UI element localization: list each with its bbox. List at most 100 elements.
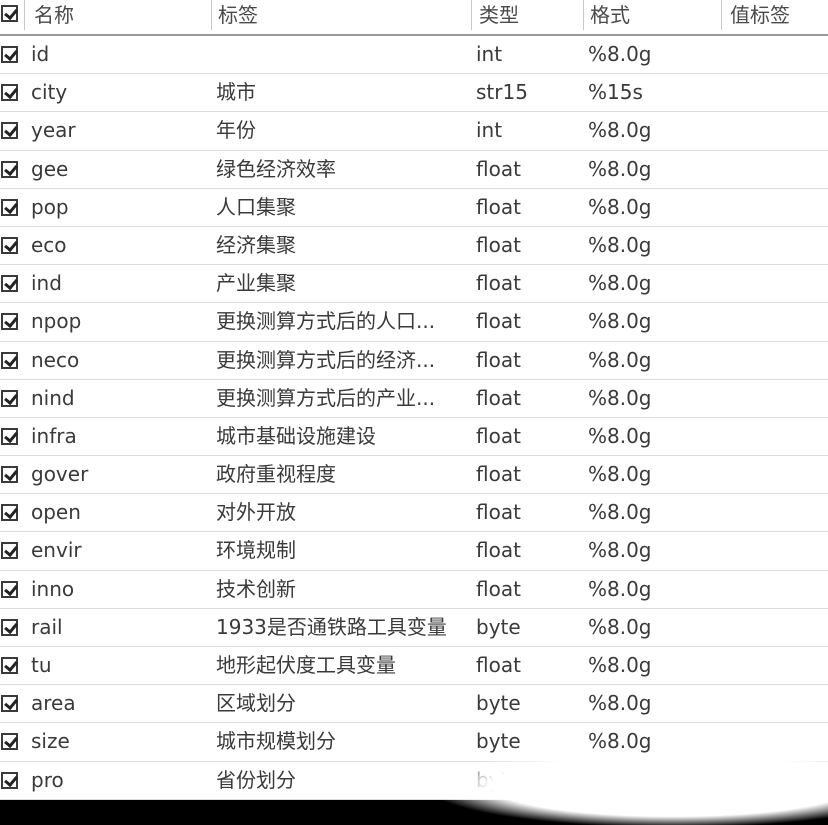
variable-value-label xyxy=(728,418,828,455)
variable-row[interactable]: envir 环境规制 float %8.0g xyxy=(0,532,828,571)
variable-label: 对外开放 xyxy=(216,500,296,525)
variable-label xyxy=(216,36,470,73)
variable-type: float xyxy=(476,194,521,219)
variable-name: gee xyxy=(31,156,69,181)
select-all-checkbox[interactable] xyxy=(1,5,18,22)
variable-value-label xyxy=(728,494,828,531)
variable-row[interactable]: rail 1933是否通铁路工具变量 byte %8.0g xyxy=(0,609,828,647)
variable-name: rail xyxy=(31,614,63,639)
variable-checkbox[interactable] xyxy=(1,771,18,789)
variable-row[interactable]: inno 技术创新 float %8.0g xyxy=(0,571,828,609)
variable-name: neco xyxy=(31,347,80,372)
variable-label: 城市 xyxy=(216,80,256,105)
variable-label: 城市规模划分 xyxy=(216,729,336,754)
variable-checkbox[interactable] xyxy=(1,198,18,216)
column-divider[interactable] xyxy=(24,0,25,30)
variable-checkbox[interactable] xyxy=(1,427,18,445)
variable-value-label xyxy=(728,342,828,379)
column-header-type[interactable]: 类型 xyxy=(479,0,519,34)
variable-value-label xyxy=(728,571,828,608)
variable-checkbox[interactable] xyxy=(1,466,18,484)
variable-checkbox[interactable] xyxy=(1,313,18,331)
variable-row[interactable]: area 区域划分 byte %8.0g xyxy=(0,685,828,724)
image-artifact xyxy=(440,760,828,825)
variable-name: eco xyxy=(31,232,67,257)
variable-row[interactable]: open 对外开放 float %8.0g xyxy=(0,494,828,533)
variable-format: %8.0g xyxy=(588,347,652,372)
variable-row[interactable]: npop 更换测算方式后的人口... float %8.0g xyxy=(0,303,828,342)
variable-checkbox[interactable] xyxy=(1,46,18,63)
variable-label: 政府重视程度 xyxy=(216,462,336,487)
column-header-name[interactable]: 名称 xyxy=(34,0,74,34)
variable-value-label xyxy=(728,189,828,226)
variable-label: 环境规制 xyxy=(216,538,296,563)
variable-row[interactable]: ind 产业集聚 float %8.0g xyxy=(0,265,828,304)
variable-label: 产业集聚 xyxy=(216,271,296,296)
variable-name: tu xyxy=(31,653,52,677)
variable-row[interactable]: eco 经济集聚 float %8.0g xyxy=(0,227,828,266)
column-header-value-label[interactable]: 值标签 xyxy=(730,0,790,34)
variable-label: 省份划分 xyxy=(216,767,296,792)
variable-row[interactable]: year 年份 int %8.0g xyxy=(0,112,828,151)
variable-checkbox[interactable] xyxy=(1,236,18,254)
variable-checkbox[interactable] xyxy=(1,389,18,407)
variable-type: float xyxy=(476,500,521,525)
variable-row[interactable]: size 城市规模划分 byte %8.0g xyxy=(0,723,828,762)
variable-name: envir xyxy=(31,538,82,563)
variable-row[interactable]: gover 政府重视程度 float %8.0g xyxy=(0,456,828,495)
variable-checkbox[interactable] xyxy=(1,580,18,598)
variable-checkbox[interactable] xyxy=(1,84,18,102)
variable-row[interactable]: id int %8.0g xyxy=(0,36,828,75)
variable-label: 区域划分 xyxy=(216,691,296,716)
variable-row[interactable]: pop 人口集聚 float %8.0g xyxy=(0,189,828,227)
variable-checkbox[interactable] xyxy=(1,160,18,178)
variable-name: inno xyxy=(31,576,75,601)
variable-type: float xyxy=(476,576,521,601)
variable-format: %8.0g xyxy=(588,309,652,334)
column-header-label[interactable]: 标签 xyxy=(218,0,258,34)
variable-value-label xyxy=(728,456,828,493)
variable-checkbox[interactable] xyxy=(1,122,18,140)
variable-type: float xyxy=(476,423,521,448)
variable-row[interactable]: city 城市 str15 %15s xyxy=(0,74,828,113)
variable-checkbox[interactable] xyxy=(1,351,18,369)
variable-row[interactable]: neco 更换测算方式后的经济... float %8.0g xyxy=(0,342,828,380)
variable-checkbox[interactable] xyxy=(1,733,18,751)
column-divider[interactable] xyxy=(471,0,472,30)
variable-format: %8.0g xyxy=(588,42,652,66)
variable-type: byte xyxy=(476,691,521,716)
variable-label: 经济集聚 xyxy=(216,232,296,257)
variable-checkbox[interactable] xyxy=(1,275,18,293)
column-divider[interactable] xyxy=(211,0,212,30)
variable-checkbox[interactable] xyxy=(1,618,18,636)
variable-type: float xyxy=(476,347,521,372)
variable-label: 地形起伏度工具变量 xyxy=(216,653,396,677)
variable-type: float xyxy=(476,462,521,487)
variable-value-label xyxy=(728,723,828,760)
variable-type: float xyxy=(476,309,521,334)
variable-format: %8.0g xyxy=(588,118,652,143)
variable-label: 更换测算方式后的产业... xyxy=(216,385,436,410)
variable-format: %8.0g xyxy=(588,614,652,639)
variable-name: size xyxy=(31,729,70,754)
column-header-format[interactable]: 格式 xyxy=(590,0,630,34)
variable-format: %15s xyxy=(588,80,643,105)
variable-row[interactable]: gee 绿色经济效率 float %8.0g xyxy=(0,151,828,189)
variable-checkbox[interactable] xyxy=(1,657,18,674)
column-divider[interactable] xyxy=(721,0,722,30)
variable-value-label xyxy=(728,227,828,264)
variable-format: %8.0g xyxy=(588,653,652,677)
variable-checkbox[interactable] xyxy=(1,504,18,522)
variable-type: float xyxy=(476,385,521,410)
column-divider[interactable] xyxy=(583,0,584,30)
variable-row[interactable]: infra 城市基础设施建设 float %8.0g xyxy=(0,418,828,457)
variable-label: 城市基础设施建设 xyxy=(216,423,376,448)
variable-checkbox[interactable] xyxy=(1,695,18,713)
variable-row[interactable]: tu 地形起伏度工具变量 float %8.0g xyxy=(0,647,828,686)
variable-row[interactable]: nind 更换测算方式后的产业... float %8.0g xyxy=(0,380,828,418)
variable-format: %8.0g xyxy=(588,156,652,181)
variable-checkbox[interactable] xyxy=(1,542,18,560)
variable-format: %8.0g xyxy=(588,271,652,296)
variable-value-label xyxy=(728,647,828,684)
variable-type: float xyxy=(476,156,521,181)
